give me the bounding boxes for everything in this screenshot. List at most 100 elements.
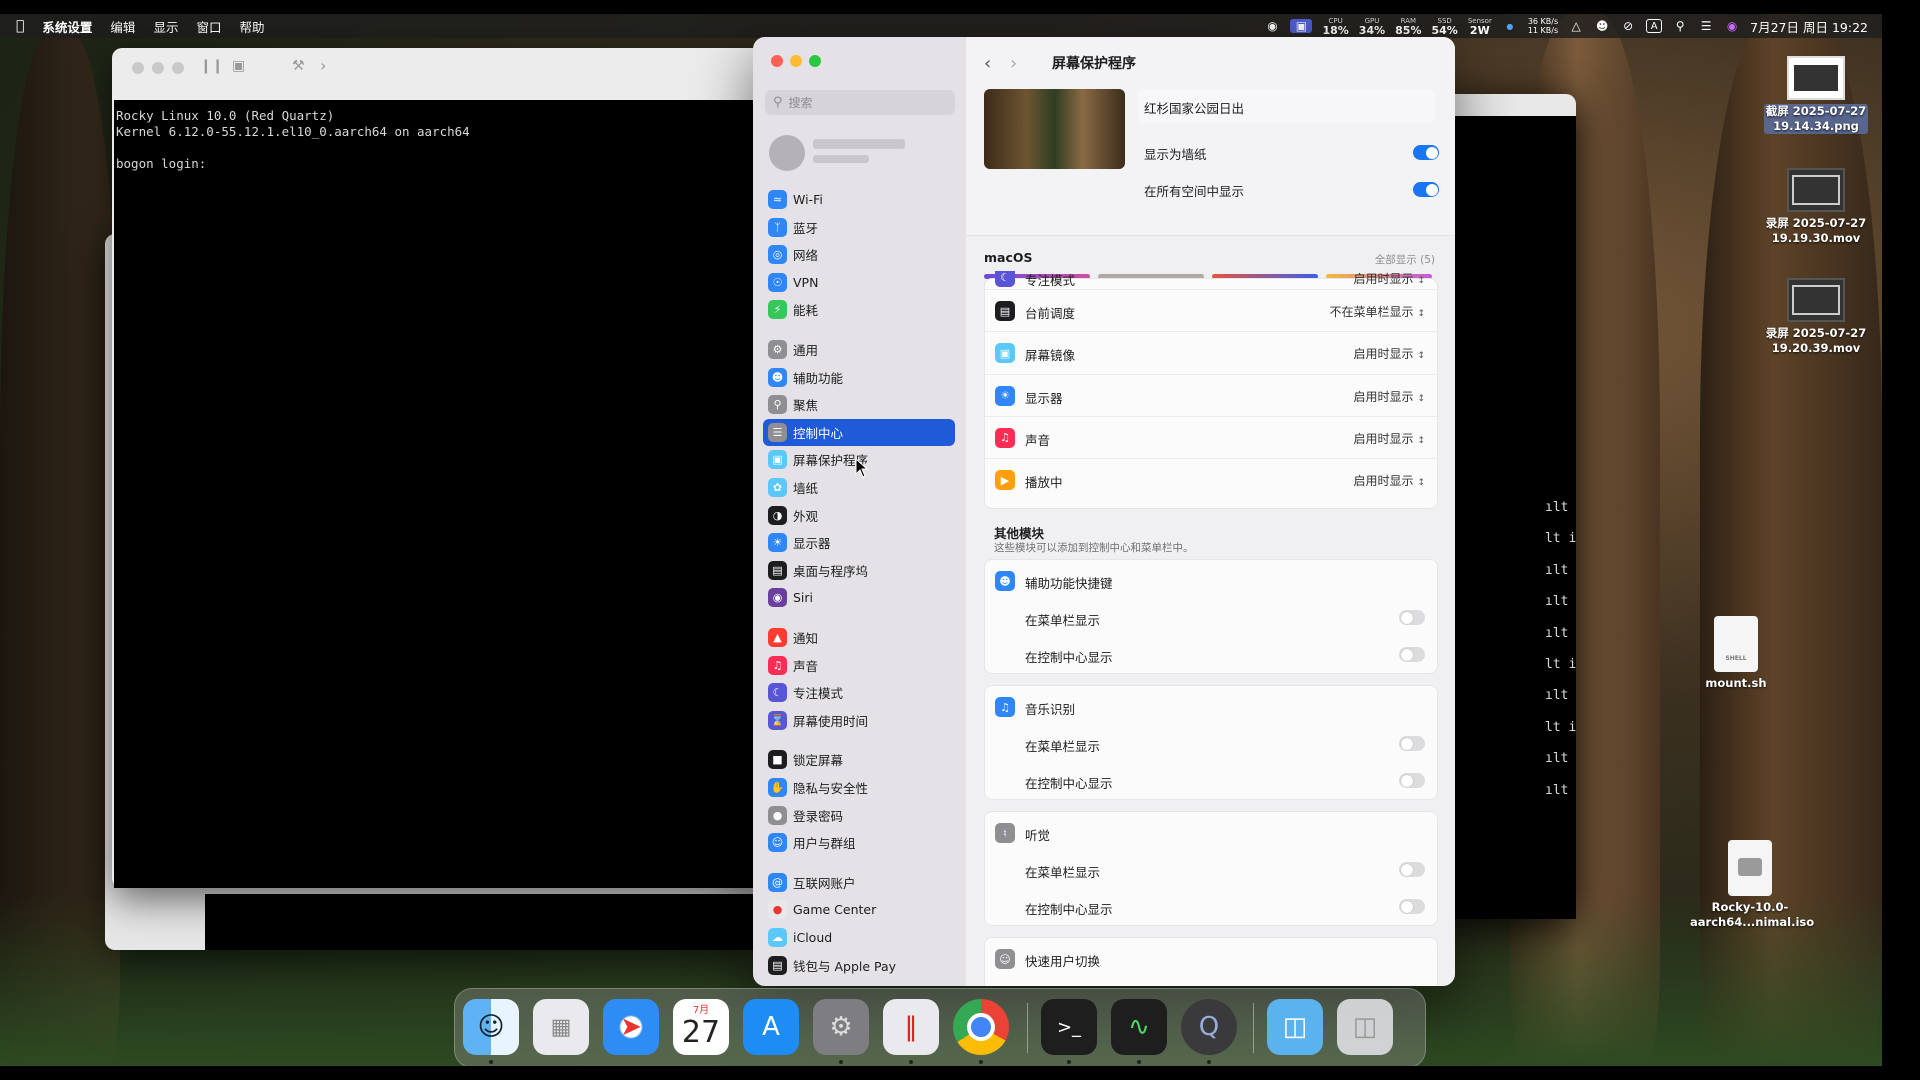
sidebar-item-hand[interactable]: ✋ 隐私与安全性 — [763, 774, 955, 801]
module-visibility-popup[interactable]: 启用时显示 ↕ — [1353, 430, 1425, 447]
zoom-button[interactable] — [172, 62, 184, 74]
sidebar-item-sound[interactable]: ♫ 声音 — [763, 652, 955, 679]
chrome-icon[interactable] — [953, 999, 1009, 1055]
apple-menu-icon[interactable]:  — [16, 18, 24, 34]
network-stat[interactable]: 36 KB/s 11 KB/s — [1528, 17, 1558, 35]
record-icon[interactable]: ◉ — [1264, 19, 1280, 33]
desktop-file-recording-1[interactable]: 录屏 2025-07-27 19.19.30.mov — [1760, 168, 1872, 246]
menubar-toggle[interactable] — [1399, 610, 1425, 625]
show-all-link[interactable]: 全部显示 (5) — [1375, 252, 1435, 267]
stats-app-icon[interactable]: ▣ — [1290, 19, 1313, 33]
back-button[interactable]: ‹ — [984, 53, 991, 74]
apple-account[interactable] — [765, 131, 955, 175]
finder-icon[interactable]: ☺ — [463, 999, 519, 1055]
control-center-toggle[interactable] — [1399, 899, 1425, 914]
sidebar-item-display[interactable]: ☀ 显示器 — [763, 529, 955, 556]
desktop-file-screenshot[interactable]: 截屏 2025-07-27 19.14.34.png — [1760, 56, 1872, 134]
menubar-toggle[interactable] — [1399, 862, 1425, 877]
sidebar-item-screen-time[interactable]: ⌛ 屏幕使用时间 — [763, 707, 955, 734]
system-settings-icon[interactable]: ⚙ — [813, 999, 869, 1055]
sidebar-item-wallpaper[interactable]: ✿ 墙纸 — [763, 474, 955, 501]
input-method-icon[interactable]: A — [1646, 19, 1663, 33]
gpu-stat[interactable]: GPU 34% — [1359, 17, 1385, 36]
module-visibility-popup[interactable]: 不在菜单栏显示 ↕ — [1329, 303, 1425, 320]
show-all-spaces-toggle[interactable] — [1413, 182, 1439, 197]
sidebar-item-vpn[interactable]: ☉ VPN — [763, 269, 955, 296]
sidebar-item-users[interactable]: ☺ 用户与群组 — [763, 829, 955, 856]
snapshot-icon[interactable]: ▣ — [232, 58, 245, 74]
terminal-console[interactable]: Rocky Linux 10.0 (Red Quartz) Kernel 6.12… — [114, 100, 772, 888]
safari-icon[interactable]: ➤ — [603, 999, 659, 1055]
wifi-off-icon[interactable]: ⊘ — [1620, 19, 1636, 33]
vm-window-front[interactable]: ❙❙ ▣ ⚒ › Rocky Linux 10.0 (Red Quartz) Ke… — [112, 48, 772, 888]
sidebar-item-password[interactable]: ● 登录密码 — [763, 802, 955, 829]
desktop-file-mount-sh[interactable]: SHELL mount.sh — [1686, 616, 1786, 691]
sidebar-item-label: 互联网账户 — [793, 875, 856, 891]
sidebar-item-wallet[interactable]: ▤ 钱包与 Apple Pay — [763, 952, 955, 979]
sidebar-item-lock[interactable]: ■ 锁定屏幕 — [763, 746, 955, 773]
module-visibility-popup[interactable]: 启用时显示 ↕ — [1353, 388, 1425, 405]
module-visibility-popup[interactable]: 启用时显示 ↕ — [1353, 472, 1425, 489]
sidebar-item-wifi[interactable]: ≈ Wi-Fi — [763, 186, 955, 213]
user-icon[interactable]: ☻ — [1594, 19, 1610, 33]
menu-edit[interactable]: 编辑 — [110, 17, 135, 36]
sidebar-item-siri[interactable]: ◉ Siri — [763, 584, 955, 611]
sidebar-item-notification[interactable]: ▲ 通知 — [763, 624, 955, 651]
pause-icon[interactable]: ❙❙ — [200, 58, 223, 74]
sidebar-item-search[interactable]: ⚲ 聚焦 — [763, 391, 955, 418]
sidebar-item-accessibility[interactable]: ☻ 辅助功能 — [763, 364, 955, 391]
forward-button[interactable]: › — [1010, 53, 1017, 74]
ssd-stat[interactable]: SSD 54% — [1431, 17, 1457, 36]
wrench-icon[interactable]: ⚒ — [292, 58, 305, 74]
sidebar-item-dock[interactable]: ▤ 桌面与程序坞 — [763, 557, 955, 584]
system-settings-window[interactable]: ⚲ 搜索 ≈ Wi-Fi ᛉ 蓝牙 ◎ 网络 ☉ VPN ⚡ 能耗 ⚙ 通用 ☻ 辅助功能 ⚲ 聚焦 ☰ 控制中心… — [753, 37, 1455, 986]
sidebar-item-control-center[interactable]: ☰ 控制中心 — [763, 418, 955, 446]
control-center-icon[interactable]: ☰ — [1698, 19, 1714, 33]
sidebar-item-cloud[interactable]: ☁ iCloud — [763, 924, 955, 951]
sidebar-item-appearance[interactable]: ◑ 外观 — [763, 502, 955, 529]
minimize-button[interactable] — [152, 62, 164, 74]
warning-icon[interactable]: △ — [1568, 19, 1584, 33]
sidebar-item-battery[interactable]: ⚡ 能耗 — [763, 296, 955, 323]
menu-window[interactable]: 窗口 — [196, 17, 221, 36]
module-visibility-popup[interactable]: 启用时显示 ↕ — [1353, 345, 1425, 362]
folder-icon[interactable]: ◫ — [1267, 999, 1323, 1055]
sidebar-item-gear[interactable]: ⚙ 通用 — [763, 336, 955, 363]
search-field[interactable]: ⚲ 搜索 — [765, 90, 955, 115]
show-as-wallpaper-toggle[interactable] — [1413, 145, 1439, 160]
app-menu[interactable]: 系统设置 — [42, 17, 92, 36]
control-center-toggle[interactable] — [1399, 647, 1425, 662]
sidebar-item-bluetooth[interactable]: ᛉ 蓝牙 — [763, 214, 955, 241]
menu-view[interactable]: 显示 — [153, 17, 178, 36]
trash-icon[interactable]: ◫ — [1337, 999, 1393, 1055]
quicktime-icon[interactable]: Q — [1181, 999, 1237, 1055]
parallels-icon[interactable]: ‖ — [883, 999, 939, 1055]
spotlight-icon[interactable]: ⚲ — [1672, 19, 1688, 33]
clock[interactable]: 7月27日 周日 19:22 — [1750, 17, 1868, 36]
control-center-toggle[interactable] — [1399, 773, 1425, 788]
menu-help[interactable]: 帮助 — [239, 17, 264, 36]
sidebar-item-focus[interactable]: ☾ 专注模式 — [763, 679, 955, 706]
cpu-stat[interactable]: CPU 18% — [1322, 17, 1348, 36]
activity-monitor-icon[interactable]: ∿ — [1111, 999, 1167, 1055]
sidebar-item-game-center[interactable]: ● Game Center — [763, 896, 955, 923]
desktop-file-recording-2[interactable]: 录屏 2025-07-27 19.20.39.mov — [1760, 278, 1872, 356]
sidebar-item-globe[interactable]: ◎ 网络 — [763, 241, 955, 268]
siri-icon[interactable]: ◉ — [1724, 19, 1740, 33]
terminal-icon[interactable]: >_ — [1041, 999, 1097, 1055]
sidebar-item-at[interactable]: @ 互联网账户 — [763, 869, 955, 896]
forward-icon[interactable]: › — [320, 56, 326, 75]
ram-stat[interactable]: RAM 85% — [1395, 17, 1421, 36]
desktop-file-rocky-iso[interactable]: Rocky-10.0- aarch64...nimal.iso — [1690, 840, 1814, 930]
close-button[interactable] — [771, 55, 783, 67]
launchpad-icon[interactable]: ▦ — [533, 999, 589, 1055]
close-button[interactable] — [132, 62, 144, 74]
menubar-toggle[interactable] — [1399, 736, 1425, 751]
module-row-partial[interactable]: ☾ 专注模式 启用时显示 ↕ — [985, 271, 1437, 289]
app-store-icon[interactable]: A — [743, 999, 799, 1055]
screensaver-thumbnail[interactable] — [984, 89, 1125, 169]
calendar-icon[interactable]: 7月 27 — [673, 999, 729, 1055]
zoom-button[interactable] — [809, 55, 821, 67]
sensor-stat[interactable]: Sensor 2W — [1468, 17, 1492, 36]
minimize-button[interactable] — [790, 55, 802, 67]
